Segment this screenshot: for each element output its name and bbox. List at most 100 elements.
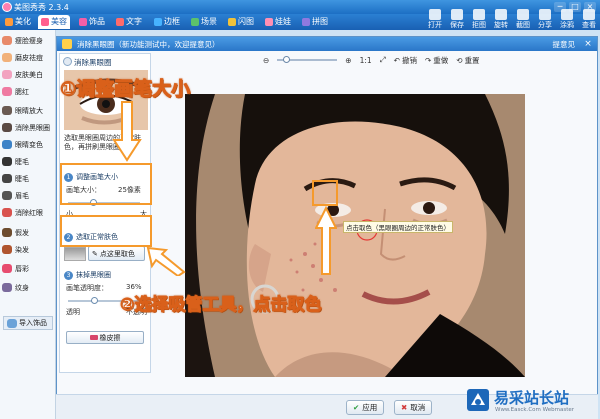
tool-button-1[interactable]: 保存: [446, 0, 468, 30]
canvas-toolbar: ⊖ ⊕ 1:1 ⤢ ↶ 撤销 ↷ 重做 ⟲ 重置: [155, 53, 595, 67]
sidebar-item-11[interactable]: 假发: [2, 226, 55, 239]
sidebar-item-icon: [2, 36, 12, 45]
tool-icon: [583, 9, 595, 20]
menu-tab-label: 拼图: [312, 17, 328, 26]
menu-tab-0[interactable]: 美化: [2, 15, 34, 29]
app-title: 美图秀秀 2.3.4: [14, 3, 69, 12]
tool-button-2[interactable]: 拒图: [468, 0, 490, 30]
menu-tab-8[interactable]: 拼图: [299, 15, 331, 29]
tool-button-6[interactable]: 涂鸦: [556, 0, 578, 30]
import-label: 导入饰品: [19, 319, 47, 327]
zoom-out-icon[interactable]: ⊖: [263, 56, 269, 65]
sidebar-item-4[interactable]: 眼睛放大: [2, 104, 55, 117]
zoom-in-icon[interactable]: ⊕: [345, 56, 351, 65]
annotation-box-target: [312, 180, 338, 206]
menu-tab-label: 文字: [126, 17, 142, 26]
sidebar-item-7[interactable]: 睫毛: [2, 155, 55, 168]
annotation-arrow-down: [112, 101, 142, 162]
menu-tab-5[interactable]: 场景: [188, 15, 220, 29]
skin-color-swatch: [64, 247, 86, 261]
menu-tab-2[interactable]: 饰品: [76, 15, 108, 29]
sidebar-item-label: 消除红眼: [15, 208, 43, 217]
sidebar-item-8[interactable]: 睫毛: [2, 172, 55, 185]
sidebar-item-13[interactable]: 唇彩: [2, 262, 55, 275]
redo-label: 重做: [433, 55, 449, 65]
menu-tab-label: 娃娃: [275, 17, 291, 26]
apply-button[interactable]: ✔ 应用: [346, 400, 385, 415]
import-accessory-button[interactable]: 导入饰品: [3, 316, 53, 330]
eraser-button[interactable]: 橡皮擦: [66, 331, 144, 344]
redo-button[interactable]: ↷ 重做: [425, 55, 448, 66]
undo-label: 撤销: [401, 55, 417, 65]
reset-button[interactable]: ⟲ 重置: [456, 55, 479, 66]
sidebar-item-label: 腮红: [15, 87, 29, 96]
pick-color-button[interactable]: ✎ 点这里取色: [88, 246, 145, 261]
tool-icon: [495, 9, 507, 20]
tool-button-4[interactable]: 截图: [512, 0, 534, 30]
sidebar-item-14[interactable]: 纹身: [2, 281, 55, 294]
sidebar-item-icon: [2, 70, 12, 79]
sidebar-item-icon: [2, 191, 12, 200]
menu-tab-3[interactable]: 文字: [113, 15, 145, 29]
dialog-icon: [62, 39, 72, 49]
sidebar-item-6[interactable]: 眼睛变色: [2, 138, 55, 151]
photo-canvas[interactable]: 点击取色（黑眼圈周边的正常肤色）: [185, 94, 525, 377]
section-number: 3: [64, 270, 73, 280]
reset-label: 重置: [464, 55, 480, 65]
tool-button-3[interactable]: 旋转: [490, 0, 512, 30]
menu-tab-icon: [79, 18, 87, 26]
sidebar-item-icon: [2, 264, 12, 273]
portrait-photo: [185, 94, 525, 377]
menu-tab-1[interactable]: 美容: [38, 15, 70, 29]
sidebar-item-label: 磨皮祛痘: [15, 53, 43, 62]
sidebar-item-9[interactable]: 眉毛: [2, 189, 55, 202]
feedback-link[interactable]: 提意见: [553, 39, 576, 50]
section-erase-circle: 3 抹掉黑眼圈: [64, 270, 111, 280]
tool-button-5[interactable]: 分享: [534, 0, 556, 30]
tool-button-0[interactable]: 打开: [424, 0, 446, 30]
menu-tab-label: 美容: [51, 17, 67, 26]
site-name: 易采站长站: [494, 389, 570, 407]
zoom-slider[interactable]: [277, 56, 338, 63]
pick-color-tooltip: 点击取色（黑眼圈周边的正常肤色）: [343, 221, 453, 233]
tool-icon: [473, 9, 485, 20]
tool-label: 分享: [538, 21, 552, 29]
tool-button-7[interactable]: 查看: [578, 0, 600, 30]
check-icon: ✔: [353, 403, 360, 412]
zoom-ratio-button[interactable]: 1:1: [360, 56, 372, 65]
sidebar-item-0[interactable]: 瘦脸瘦身: [2, 34, 55, 47]
sidebar-item-3[interactable]: 腮红: [2, 85, 55, 98]
menu-tab-6[interactable]: 闪图: [225, 15, 257, 29]
panel-icon: [63, 57, 72, 66]
annotation-step2: ②选择吸管工具，点击取色: [119, 295, 322, 316]
sidebar: 瘦脸瘦身 磨皮祛痘 皮肤美白 腮红 眼睛放大 消除黑眼圈 眼睛变色 睫毛 睫毛 眉毛 消除红眼 假发染…: [0, 30, 56, 419]
zoom-slider-thumb[interactable]: [283, 56, 291, 63]
sidebar-item-label: 眼睛变色: [15, 140, 43, 149]
sidebar-item-icon: [2, 140, 12, 149]
opacity-slider-thumb[interactable]: [90, 297, 98, 304]
sidebar-item-1[interactable]: 磨皮祛痘: [2, 51, 55, 64]
menu-tab-label: 美化: [15, 17, 31, 26]
sidebar-item-label: 染发: [15, 245, 29, 254]
menu-tab-4[interactable]: 边框: [151, 15, 183, 29]
sidebar-item-2[interactable]: 皮肤美白: [2, 68, 55, 81]
menu-tab-7[interactable]: 娃娃: [262, 15, 294, 29]
fit-icon[interactable]: ⤢: [380, 55, 386, 65]
sidebar-item-label: 纹身: [15, 283, 29, 292]
section-title: 抹掉黑眼圈: [76, 271, 111, 279]
annotation-arrow-left: [146, 246, 186, 276]
sidebar-item-icon: [2, 106, 12, 115]
menu-tab-label: 边框: [164, 17, 180, 26]
cancel-button[interactable]: ✖ 取消: [394, 400, 433, 415]
sidebar-item-10[interactable]: 消除红眼: [2, 206, 55, 219]
sidebar-item-label: 睫毛: [15, 174, 29, 183]
opacity-min: 透明: [66, 308, 80, 316]
sidebar-item-12[interactable]: 染发: [2, 243, 55, 256]
app-logo-icon: [2, 2, 12, 12]
sidebar-item-icon: [2, 208, 12, 217]
undo-button[interactable]: ↶ 撤销: [394, 55, 417, 66]
dialog-close-button[interactable]: ×: [582, 39, 594, 49]
sidebar-item-icon: [2, 174, 12, 183]
menu-tab-icon: [154, 18, 162, 26]
sidebar-item-5[interactable]: 消除黑眼圈: [2, 121, 55, 134]
